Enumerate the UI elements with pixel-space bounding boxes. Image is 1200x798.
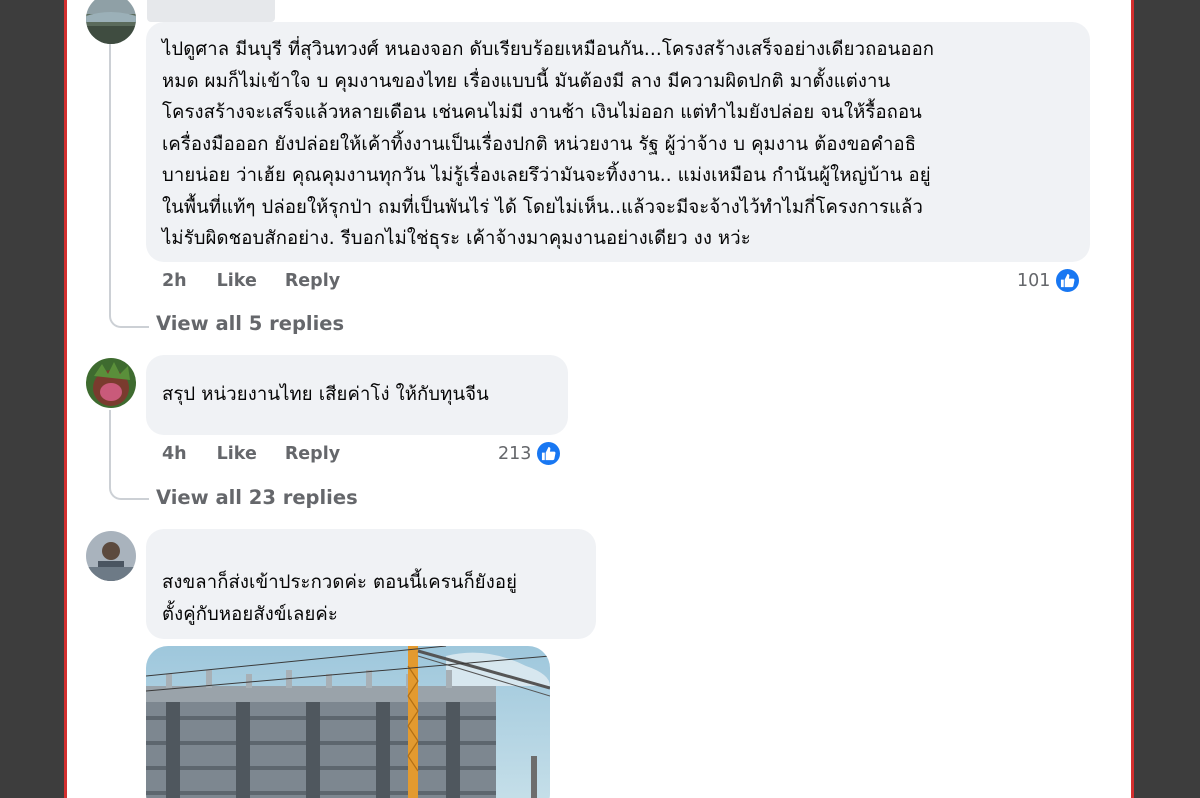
comment-line: เครื่องมือออก ยังปล่อยให้เค้าทิ้งงานเป็น… <box>162 133 917 155</box>
avatar[interactable] <box>86 0 136 44</box>
comment-line: โครงสร้างจะเสร็จแล้วหลายเดือน เช่นคนไม่ม… <box>162 102 922 123</box>
thumbs-up-icon <box>1054 267 1082 294</box>
comment-line: ไปดูศาล มีนบุรี ที่สุวินทวงศ์ หนองจอก ดั… <box>162 39 935 60</box>
comment-line: บายน่อย ว่าเฮ้ย คุณคุมงานทุกวัน ไม่รู้เร… <box>162 165 931 186</box>
reaction-count[interactable]: 213 <box>498 440 563 467</box>
comment-line: ตั้งคู่กับหอยสังข์เลยค่ะ <box>162 603 338 625</box>
attached-photo[interactable] <box>146 646 550 798</box>
avatar[interactable] <box>86 531 136 581</box>
comment-line: ในพื้นที่แท้ๆ ปล่อยให้รุกป่า ถมที่เป็นพั… <box>162 196 923 218</box>
view-replies-link[interactable]: View all 5 replies <box>156 312 344 335</box>
comment-bubble: สรุป หน่วยงานไทย เสียค่าโง่ ให้กับทุนจีน <box>146 355 568 435</box>
comment-text: ไปดูศาล มีนบุรี ที่สุวินทวงศ์ หนองจอก ดั… <box>146 34 1090 255</box>
comment-timestamp[interactable]: 4h <box>162 444 187 464</box>
reaction-number: 213 <box>498 443 532 464</box>
comment-actions: 2h Like Reply <box>162 271 340 291</box>
like-button[interactable]: Like <box>217 444 257 464</box>
thread-connector <box>109 410 149 500</box>
construction-photo-icon <box>146 646 550 798</box>
avatar[interactable] <box>86 358 136 408</box>
comment-line: สรุป หน่วยงานไทย เสียค่าโง่ ให้กับทุนจีน <box>162 384 489 405</box>
reply-button[interactable]: Reply <box>285 271 340 291</box>
comment-line: สงขลาก็ส่งเข้าประกวดค่ะ ตอนนี้เครนก็ยังอ… <box>162 572 518 593</box>
reaction-number: 101 <box>1017 270 1051 291</box>
comment-bubble: ไปดูศาล มีนบุรี ที่สุวินทวงศ์ หนองจอก ดั… <box>146 22 1090 262</box>
view-replies-link[interactable]: View all 23 replies <box>156 486 358 509</box>
like-button[interactable]: Like <box>217 271 257 291</box>
comment-actions: 4h Like Reply <box>162 444 340 464</box>
comment-text: สงขลาก็ส่งเข้าประกวดค่ะ ตอนนี้เครนก็ยังอ… <box>146 567 596 630</box>
reply-button[interactable]: Reply <box>285 444 340 464</box>
comment-bubble: สงขลาก็ส่งเข้าประกวดค่ะ ตอนนี้เครนก็ยังอ… <box>146 529 596 639</box>
thumbs-up-icon <box>535 440 563 467</box>
reaction-count[interactable]: 101 <box>1017 267 1082 294</box>
comment-line: หมด ผมก็ไม่เข้าใจ บ คุมงานของไทย เรื่องแ… <box>162 70 891 92</box>
comment-text: สรุป หน่วยงานไทย เสียค่าโง่ ให้กับทุนจีน <box>146 379 568 411</box>
comment-timestamp[interactable]: 2h <box>162 271 187 291</box>
comments-panel: ไปดูศาล มีนบุรี ที่สุวินทวงศ์ หนองจอก ดั… <box>64 0 1134 798</box>
thread-connector <box>109 44 149 328</box>
comment-line: ไม่รับผิดชอบสักอย่าง. รีบอกไม่ใช่ธุระ เค… <box>162 228 751 249</box>
commenter-name[interactable] <box>147 0 275 22</box>
